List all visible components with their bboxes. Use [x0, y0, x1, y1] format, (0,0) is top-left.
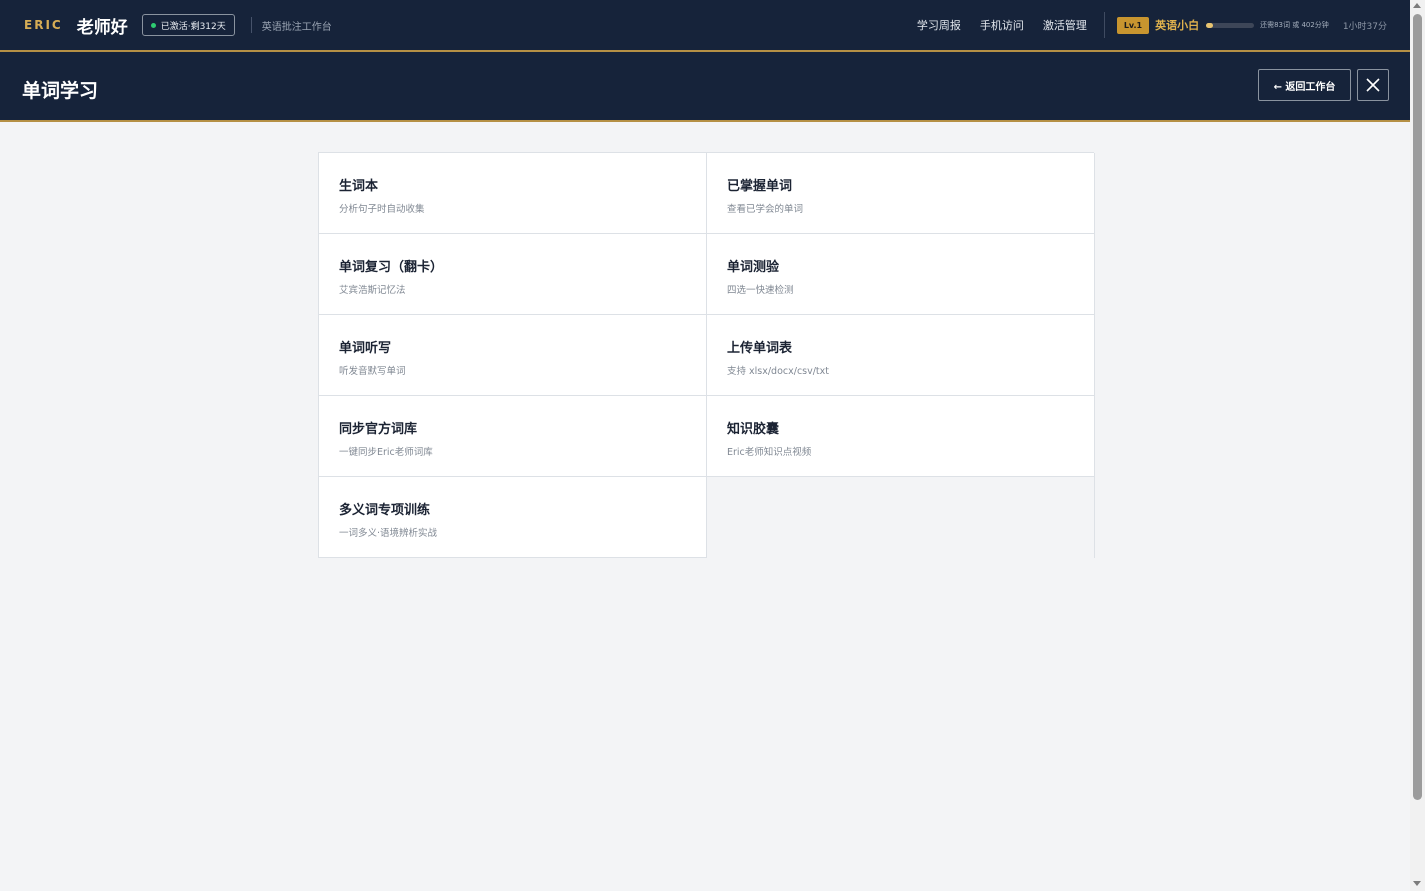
card-vocabulary-book[interactable]: 生词本 分析句子时自动收集: [319, 153, 707, 234]
close-button[interactable]: [1357, 69, 1389, 101]
nav-activation-management[interactable]: 激活管理: [1043, 17, 1087, 33]
card-description: 四选一快速检测: [727, 285, 794, 296]
card-word-quiz[interactable]: 单词测验 四选一快速检测: [707, 234, 1095, 315]
divider: [1103, 12, 1105, 38]
divider: [250, 17, 252, 33]
card-polysemy-training[interactable]: 多义词专项训练 一词多义·语境辨析实战: [319, 477, 707, 558]
page: ERIC 老师好 已激活·剩312天 英语批注工作台 学习周报 手机访问 激活管…: [0, 0, 1425, 891]
card-description: Eric老师知识点视频: [727, 447, 812, 458]
scroll-thumb[interactable]: [1413, 14, 1422, 800]
scrollbar[interactable]: [1410, 0, 1425, 891]
card-flashcard-review[interactable]: 单词复习（翻卡） 艾宾浩斯记忆法: [319, 234, 707, 315]
card-knowledge-capsule[interactable]: 知识胶囊 Eric老师知识点视频: [707, 396, 1095, 477]
top-bar: ERIC 老师好 已激活·剩312天 英语批注工作台 学习周报 手机访问 激活管…: [0, 0, 1410, 52]
card-description: 艾宾浩斯记忆法: [339, 285, 406, 296]
card-description: 分析句子时自动收集: [339, 204, 425, 215]
card-title: 同步官方词库: [339, 422, 418, 437]
card-title: 上传单词表: [727, 341, 793, 356]
level-progress-text: 还需83词 或 402分钟: [1260, 21, 1329, 29]
card-description: 一键同步Eric老师词库: [339, 447, 433, 458]
back-to-workspace-button[interactable]: ← 返回工作台: [1258, 69, 1351, 101]
card-description: 支持 xlsx/docx/csv/txt: [727, 366, 830, 377]
page-header: 单词学习 ← 返回工作台: [0, 52, 1410, 122]
level-progress-bar: [1206, 22, 1255, 28]
scroll-down-arrow-icon[interactable]: [1413, 881, 1421, 886]
activation-status-badge: 已激活·剩312天: [141, 14, 235, 36]
card-description: 一词多义·语境辨析实战: [339, 528, 438, 539]
close-icon: [1366, 78, 1380, 92]
top-nav: 学习周报 手机访问 激活管理 Lv.1 英语小白 还需83词 或 402分钟 1…: [917, 0, 1410, 50]
nav-mobile-access[interactable]: 手机访问: [980, 17, 1024, 33]
level-badge: Lv.1: [1116, 16, 1150, 34]
level-progress-fill: [1206, 22, 1214, 28]
workspace-label: 英语批注工作台: [261, 21, 332, 33]
app-name: 老师好: [76, 17, 128, 38]
card-title: 单词测验: [727, 260, 780, 275]
card-title: 多义词专项训练: [339, 503, 431, 518]
word-study-menu: 生词本 分析句子时自动收集 已掌握单词 查看已学会的单词 单词复习（翻卡） 艾宾…: [318, 152, 1095, 558]
activation-status-text: 已激活·剩312天: [160, 21, 226, 32]
status-dot-icon: [150, 22, 156, 28]
page-title: 单词学习: [22, 80, 99, 102]
card-title: 生词本: [339, 179, 379, 194]
nav-weekly-report[interactable]: 学习周报: [917, 17, 961, 33]
card-title: 已掌握单词: [727, 179, 793, 194]
card-sync-official-library[interactable]: 同步官方词库 一键同步Eric老师词库: [319, 396, 707, 477]
brand-logo: ERIC: [24, 18, 63, 32]
card-title: 知识胶囊: [727, 422, 780, 437]
card-mastered-words[interactable]: 已掌握单词 查看已学会的单词: [707, 153, 1095, 234]
empty-cell: [707, 477, 1095, 558]
card-description: 查看已学会的单词: [727, 204, 804, 215]
card-upload-word-list[interactable]: 上传单词表 支持 xlsx/docx/csv/txt: [707, 315, 1095, 396]
card-title: 单词复习（翻卡）: [339, 260, 444, 275]
scroll-up-arrow-icon[interactable]: [1413, 3, 1421, 8]
card-description: 听发音默写单词: [339, 366, 406, 377]
card-word-dictation[interactable]: 单词听写 听发音默写单词: [319, 315, 707, 396]
level-name: 英语小白: [1155, 19, 1200, 32]
card-title: 单词听写: [339, 341, 392, 356]
study-time: 1小时37分: [1342, 21, 1387, 32]
